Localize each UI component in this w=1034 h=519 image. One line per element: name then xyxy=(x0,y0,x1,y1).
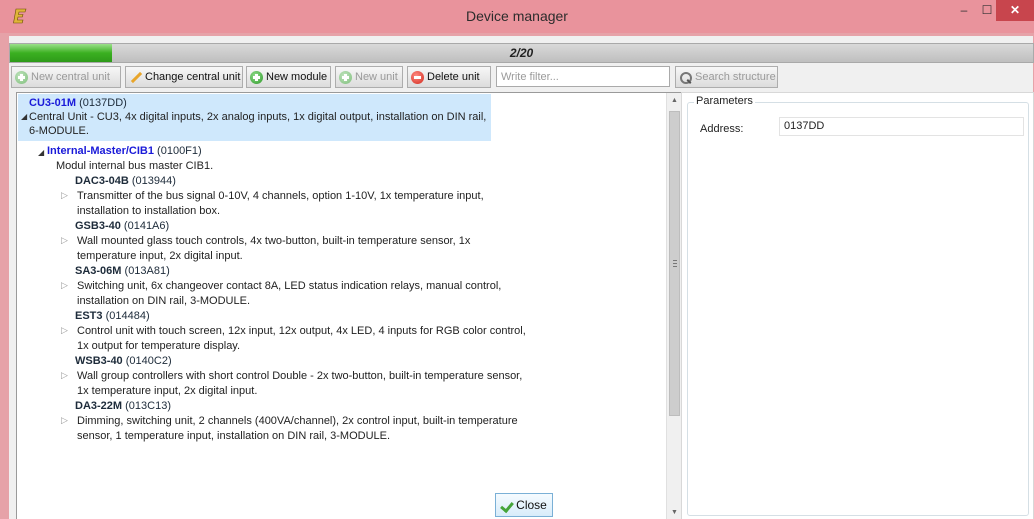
window-title: Device manager xyxy=(466,8,568,24)
tree-node-device-description-cont: 1x temperature input, 2x digital input. xyxy=(77,385,258,397)
node-name: CU3-01M xyxy=(29,97,77,109)
node-code: (013C13) xyxy=(125,400,171,412)
remove-icon xyxy=(411,70,424,84)
node-code: (013A81) xyxy=(124,265,170,277)
tree-node-root-description: Central Unit - CU3, 4x digital inputs, 2… xyxy=(29,111,487,123)
new-central-unit-button[interactable]: New central unit xyxy=(11,66,121,88)
collapsed-arrow-icon[interactable]: ▷ xyxy=(61,325,68,336)
parameters-group: Parameters Address: 0137DD xyxy=(687,95,1029,516)
filter-input[interactable] xyxy=(496,66,670,87)
collapsed-arrow-icon[interactable]: ▷ xyxy=(61,415,68,426)
search-structure-label: Search structure xyxy=(695,71,776,83)
grip-icon xyxy=(673,260,677,267)
tree-node-device-title[interactable]: DAC3-04B (013944) xyxy=(75,174,176,188)
collapsed-arrow-icon[interactable]: ▷ xyxy=(61,280,68,291)
change-central-unit-button[interactable]: Change central unit xyxy=(125,66,243,88)
node-name: Internal-Master/CIB1 xyxy=(47,145,154,157)
new-module-button[interactable]: New module xyxy=(246,66,331,88)
tree-node-device-title[interactable]: WSB3-40 (0140C2) xyxy=(75,354,172,368)
expanded-arrow-icon[interactable]: ◢ xyxy=(21,112,27,121)
tree-node-device-description: Dimming, switching unit, 2 channels (400… xyxy=(77,415,518,427)
address-label: Address: xyxy=(700,123,744,135)
tree-node-device-description: Wall group controllers with short contro… xyxy=(77,370,523,382)
close-window-button[interactable]: ✕ xyxy=(996,0,1034,21)
title-bar: Device manager – ☐ ✕ xyxy=(0,0,1034,33)
search-icon xyxy=(679,71,692,84)
tree-node-device-title[interactable]: DA3-22M (013C13) xyxy=(75,399,171,413)
tree-node-device-description-cont: temperature input, 2x digital input. xyxy=(77,250,243,262)
node-name: DAC3-04B xyxy=(75,175,129,187)
tree-node-device-description: Wall mounted glass touch controls, 4x tw… xyxy=(77,235,471,247)
node-name: DA3-22M xyxy=(75,400,123,412)
tree-node-device-title[interactable]: GSB3-40 (0141A6) xyxy=(75,219,169,233)
collapsed-arrow-icon[interactable]: ▷ xyxy=(61,235,68,246)
collapsed-arrow-icon[interactable]: ▷ xyxy=(61,190,68,201)
tree-node-root-description-cont: 6-MODULE. xyxy=(29,125,89,137)
tree-node-device-title[interactable]: SA3-06M (013A81) xyxy=(75,264,170,278)
scroll-down-arrow-icon[interactable]: ▼ xyxy=(667,505,681,519)
node-code: (014484) xyxy=(105,310,150,322)
tree-node-device-description-cont: installation on DIN rail, 3-MODULE. xyxy=(77,295,251,307)
search-structure-button[interactable]: Search structure xyxy=(675,66,778,88)
tree-node-master-title[interactable]: Internal-Master/CIB1 (0100F1) xyxy=(47,144,202,158)
close-label: Close xyxy=(516,498,547,512)
add-icon xyxy=(15,70,28,84)
parameters-panel: Parameters Address: 0137DD xyxy=(681,92,1034,519)
node-code: (013944) xyxy=(131,175,176,187)
node-code: (0137DD) xyxy=(79,97,127,109)
tree-node-device-description-cont: 1x output for temperature display. xyxy=(77,340,241,352)
scrollbar-thumb[interactable] xyxy=(669,111,680,416)
node-name: EST3 xyxy=(75,310,103,322)
node-name: WSB3-40 xyxy=(75,355,123,367)
node-code: (0100F1) xyxy=(157,145,202,157)
tree-node-device-title[interactable]: EST3 (014484) xyxy=(75,309,150,323)
window-client-area: 2/20 New central unit Change central uni… xyxy=(9,36,1034,519)
change-central-unit-label: Change central unit xyxy=(145,71,241,83)
node-code: (0140C2) xyxy=(125,355,172,367)
add-icon xyxy=(250,70,263,84)
delete-unit-button[interactable]: Delete unit xyxy=(407,66,491,88)
vertical-scrollbar[interactable]: ▲ ▼ xyxy=(666,93,681,519)
collapsed-arrow-icon[interactable]: ▷ xyxy=(61,370,68,381)
tree-node-root-title[interactable]: CU3-01M (0137DD) xyxy=(29,96,127,110)
new-module-label: New module xyxy=(266,71,328,83)
progress-bar: 2/20 xyxy=(9,43,1034,63)
new-unit-button[interactable]: New unit xyxy=(335,66,403,88)
delete-unit-label: Delete unit xyxy=(427,71,480,83)
parameters-title: Parameters xyxy=(694,95,755,107)
new-unit-label: New unit xyxy=(355,71,398,83)
pencil-icon xyxy=(129,71,142,84)
close-button[interactable]: Close xyxy=(495,493,553,517)
checkmark-icon xyxy=(501,499,513,511)
new-central-unit-label: New central unit xyxy=(31,71,110,83)
node-code: (0141A6) xyxy=(123,220,170,232)
device-tree[interactable]: CU3-01M (0137DD) ◢ Central Unit - CU3, 4… xyxy=(16,92,682,519)
progress-text: 2/20 xyxy=(509,46,534,60)
tree-node-master-description: Modul internal bus master CIB1. xyxy=(56,160,214,172)
scroll-up-arrow-icon[interactable]: ▲ xyxy=(667,93,681,109)
device-tree-content: CU3-01M (0137DD) ◢ Central Unit - CU3, 4… xyxy=(17,93,666,519)
add-icon xyxy=(339,70,352,84)
tree-node-device-description-cont: sensor, 1 temperature input, installatio… xyxy=(77,430,391,442)
tree-node-device-description-cont: installation to installation box. xyxy=(77,205,221,217)
tree-node-device-description: Transmitter of the bus signal 0-10V, 4 c… xyxy=(77,190,484,202)
node-name: SA3-06M xyxy=(75,265,122,277)
node-name: GSB3-40 xyxy=(75,220,121,232)
tree-node-device-description: Switching unit, 6x changeover contact 8A… xyxy=(77,280,502,292)
toolbar: New central unit Change central unit New… xyxy=(9,66,1034,90)
expanded-arrow-icon[interactable]: ◢ xyxy=(38,148,44,157)
address-value: 0137DD xyxy=(779,117,1024,136)
tree-node-device-description: Control unit with touch screen, 12x inpu… xyxy=(77,325,526,337)
